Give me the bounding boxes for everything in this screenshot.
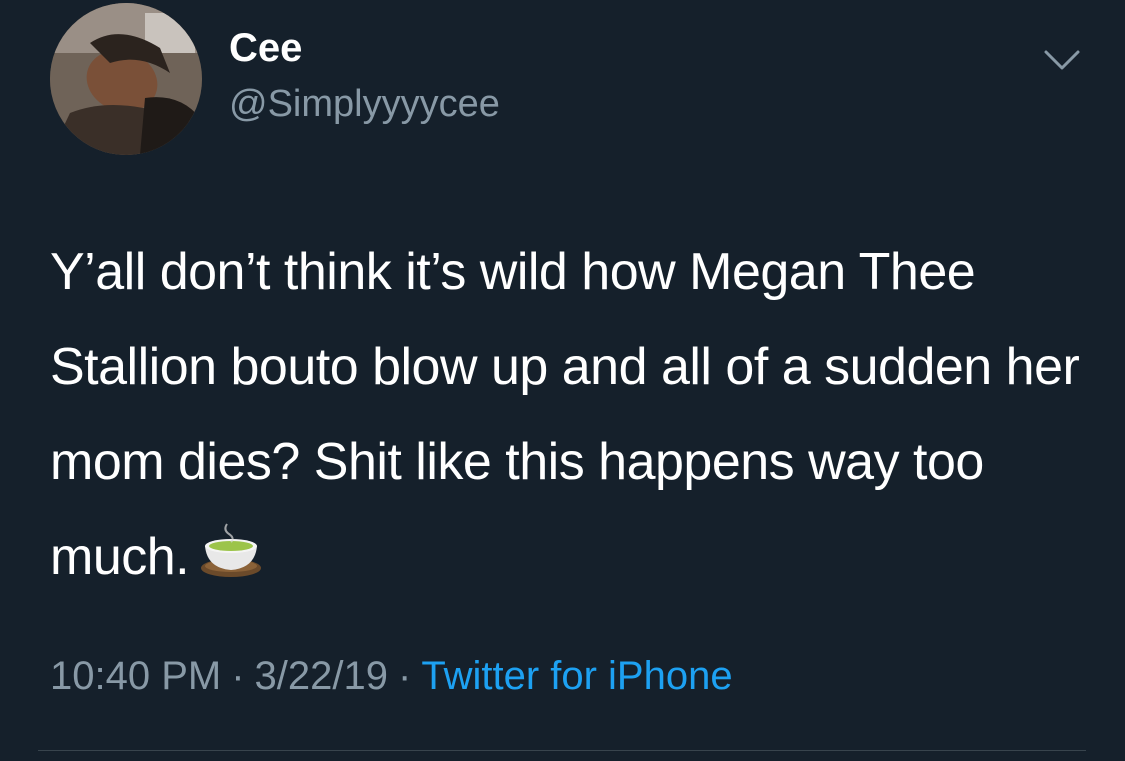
user-handle[interactable]: @Simplyyyycee xyxy=(229,82,500,128)
meta-separator: · xyxy=(231,654,245,698)
meta-separator: · xyxy=(398,654,412,698)
profile-photo-icon xyxy=(50,3,202,155)
divider xyxy=(38,750,1086,751)
avatar[interactable] xyxy=(50,3,202,155)
tweet-body: Y’all don’t think it’s wild how Megan Th… xyxy=(50,225,1090,605)
chevron-down-icon[interactable] xyxy=(1040,40,1084,80)
tweet-source-link[interactable]: Twitter for iPhone xyxy=(421,654,732,698)
teacup-emoji-icon xyxy=(199,520,263,584)
tweet-meta: 10:40 PM · 3/22/19 · Twitter for iPhone xyxy=(50,652,733,700)
display-name[interactable]: Cee xyxy=(229,24,302,72)
tweet-date[interactable]: 3/22/19 xyxy=(255,654,388,698)
tweet-time[interactable]: 10:40 PM xyxy=(50,654,221,698)
